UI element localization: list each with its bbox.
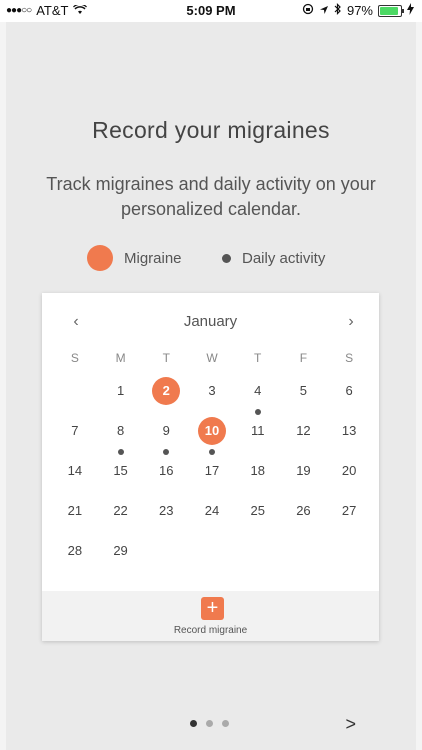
record-migraine-label[interactable]: Record migraine xyxy=(42,625,379,636)
page-dot[interactable] xyxy=(190,720,197,727)
migraine-legend-dot xyxy=(87,245,113,271)
day-number: 7 xyxy=(71,423,79,438)
calendar-day[interactable]: 10 xyxy=(189,416,235,456)
page-indicator xyxy=(190,720,229,727)
calendar-day[interactable]: 19 xyxy=(281,456,327,496)
calendar-day[interactable]: 4 xyxy=(235,376,281,416)
day-number: 5 xyxy=(299,383,308,398)
status-right: 97% xyxy=(302,3,414,18)
lock-rotation-icon xyxy=(302,3,314,18)
day-number: 23 xyxy=(159,503,174,518)
location-arrow-icon xyxy=(319,3,329,18)
weekday-label: M xyxy=(115,351,126,365)
migraine-legend-label: Migraine xyxy=(124,250,182,267)
day-number: 19 xyxy=(296,463,311,478)
calendar-card: ‹ January › SMTWTFS 1 2 3 4 5 6 7 8 9 10 11 12 13 14 1… xyxy=(42,293,379,641)
status-bar: ●●●○○ AT&T 5:09 PM 97% xyxy=(0,0,422,22)
activity-dot xyxy=(254,409,261,415)
weekday-label: S xyxy=(70,351,79,365)
activity-dot xyxy=(117,449,124,455)
calendar-day[interactable]: 8 xyxy=(98,416,144,456)
calendar-day[interactable]: 13 xyxy=(326,416,372,456)
day-number: 17 xyxy=(204,463,220,478)
weekday-label: T xyxy=(162,351,170,365)
weekday-label: W xyxy=(206,351,218,365)
calendar-day[interactable]: 11 xyxy=(235,416,281,456)
calendar-day[interactable]: 25 xyxy=(235,496,281,536)
day-number: 29 xyxy=(113,543,128,558)
calendar-day[interactable]: 7 xyxy=(52,416,98,456)
day-number: 12 xyxy=(296,423,311,438)
page-subtitle: Track migraines and daily activity on yo… xyxy=(46,174,376,219)
next-month-button[interactable]: › xyxy=(341,313,361,331)
calendar-day[interactable]: 2 xyxy=(143,376,189,416)
calendar-day[interactable]: 9 xyxy=(143,416,189,456)
activity-legend-label: Daily activity xyxy=(242,250,326,267)
calendar-day[interactable]: 14 xyxy=(52,456,98,496)
day-number: 25 xyxy=(250,503,265,518)
calendar-day[interactable]: 26 xyxy=(281,496,327,536)
calendar-day[interactable]: 27 xyxy=(326,496,372,536)
calendar-day[interactable]: 5 xyxy=(281,376,327,416)
day-number: 11 xyxy=(250,423,265,438)
day-number: 27 xyxy=(341,503,357,518)
record-migraine-button[interactable]: + xyxy=(201,597,224,620)
calendar-day[interactable]: 22 xyxy=(98,496,144,536)
calendar-header: ‹ January › xyxy=(42,313,379,333)
calendar-day[interactable]: 3 xyxy=(189,376,235,416)
calendar-day[interactable]: 20 xyxy=(326,456,372,496)
next-page-button[interactable]: > xyxy=(345,714,356,735)
activity-legend-dot xyxy=(222,254,231,263)
day-number: 4 xyxy=(254,383,262,398)
day-number: 24 xyxy=(204,503,220,518)
day-number: 21 xyxy=(67,503,83,518)
activity-dot xyxy=(208,449,215,455)
day-number: 2 xyxy=(152,377,181,405)
calendar-blank-cell xyxy=(52,376,98,416)
day-number: 8 xyxy=(116,423,125,438)
page-dot[interactable] xyxy=(206,720,213,727)
day-number: 22 xyxy=(113,503,128,518)
day-number: 18 xyxy=(250,463,265,478)
calendar-day[interactable]: 15 xyxy=(98,456,144,496)
calendar-day[interactable]: 29 xyxy=(98,536,144,576)
day-number: 13 xyxy=(341,423,357,438)
calendar-day[interactable]: 17 xyxy=(189,456,235,496)
weekday-label: F xyxy=(299,351,308,365)
charging-bolt-icon xyxy=(407,3,414,18)
calendar-day[interactable]: 6 xyxy=(326,376,372,416)
battery-percent: 97% xyxy=(346,3,373,18)
calendar-day[interactable]: 21 xyxy=(52,496,98,536)
weekday-label: S xyxy=(345,351,354,365)
calendar-footer: + Record migraine xyxy=(42,591,379,641)
day-number: 3 xyxy=(208,383,216,398)
legend: Migraine Daily activity xyxy=(0,245,422,271)
calendar-day[interactable]: 28 xyxy=(52,536,98,576)
calendar-day[interactable]: 24 xyxy=(189,496,235,536)
calendar-day[interactable]: 1 xyxy=(98,376,144,416)
activity-dot xyxy=(163,449,170,455)
bluetooth-icon xyxy=(334,3,342,18)
day-number: 10 xyxy=(197,417,226,445)
calendar-day[interactable]: 18 xyxy=(235,456,281,496)
day-number: 26 xyxy=(296,503,311,518)
weekday-row: SMTWTFS xyxy=(52,351,372,365)
calendar-day[interactable]: 23 xyxy=(143,496,189,536)
calendar-grid: 1 2 3 4 5 6 7 8 9 10 11 12 13 14 15 16 17 18 19 20 21 22 23 24 2… xyxy=(52,376,372,576)
weekday-label: T xyxy=(254,351,262,365)
calendar-day[interactable]: 12 xyxy=(281,416,327,456)
page-title: Record your migraines xyxy=(92,117,330,143)
day-number: 6 xyxy=(345,383,353,398)
battery-icon xyxy=(378,4,404,17)
page-dot[interactable] xyxy=(222,720,229,727)
calendar-day[interactable]: 16 xyxy=(143,456,189,496)
calendar-month-title: January xyxy=(183,313,238,330)
day-number: 16 xyxy=(159,463,174,478)
day-number: 14 xyxy=(67,463,83,478)
day-number: 28 xyxy=(67,543,83,558)
day-number: 1 xyxy=(116,383,125,398)
day-number: 9 xyxy=(162,423,170,438)
day-number: 20 xyxy=(341,463,357,478)
day-number: 15 xyxy=(113,463,128,478)
